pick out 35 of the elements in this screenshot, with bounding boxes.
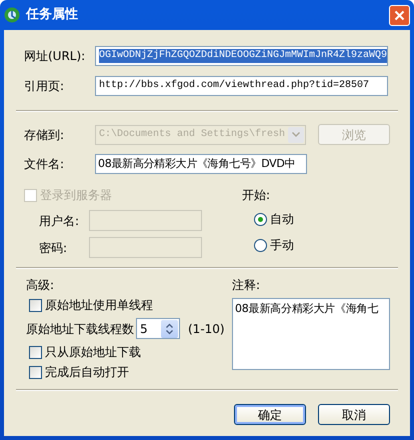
window-title: 任务属性 [26, 8, 78, 22]
checkbox-label: 只从原始地址下载 [45, 345, 141, 359]
field-label: 网址(URL): [24, 49, 86, 63]
checkbox-label: 完成后自动打开 [45, 365, 129, 379]
checkbox-label: 原始地址使用单线程 [45, 298, 153, 312]
field-label: 引用页: [24, 79, 66, 93]
app-icon [4, 7, 20, 23]
input-field[interactable]: http://bbs.xfgod.com/viewthread.php?tid=28507 [95, 76, 388, 96]
filename-field[interactable]: 08最新高分精彩大片《海角七号》DVD中 [95, 154, 307, 174]
close-button[interactable] [389, 4, 410, 26]
field-label: 用户名: [38, 214, 80, 228]
section-label: 高级: [26, 278, 56, 292]
radio-label: 自动 [270, 212, 294, 226]
dialog-button[interactable]: 确定 [234, 404, 306, 425]
thread-count-spinner[interactable]: 5 [136, 318, 180, 339]
radio-label: 手动 [270, 238, 294, 252]
radio-button[interactable] [254, 238, 267, 252]
username-field[interactable] [89, 210, 202, 231]
checkbox[interactable] [29, 298, 42, 312]
section-label: 注释: [232, 278, 262, 292]
checkbox-label: 登录到服务器 [40, 188, 112, 202]
checkbox[interactable] [29, 366, 42, 378]
field-label: 文件名: [24, 157, 66, 171]
radio-button[interactable] [254, 212, 267, 226]
password-field[interactable] [89, 237, 202, 258]
field-label: 存储到: [24, 128, 66, 142]
notes-field[interactable]: 08最新高分精彩大片《海角七 [232, 298, 390, 370]
range-hint: (1-10) [188, 322, 225, 336]
dialog-button[interactable]: 取消 [318, 404, 390, 425]
checkbox[interactable] [29, 346, 42, 358]
close-icon[interactable] [394, 10, 405, 20]
field-label: 原始地址下载线程数 [26, 322, 134, 336]
field-label: 密码: [38, 240, 68, 254]
input-field[interactable]: OGIwODNjZjFhZGQOZDdiNDEOOGZiNGJmMWImJnR4Zl9zaWQ9 [95, 46, 388, 66]
section-label: 开始: [242, 188, 272, 202]
